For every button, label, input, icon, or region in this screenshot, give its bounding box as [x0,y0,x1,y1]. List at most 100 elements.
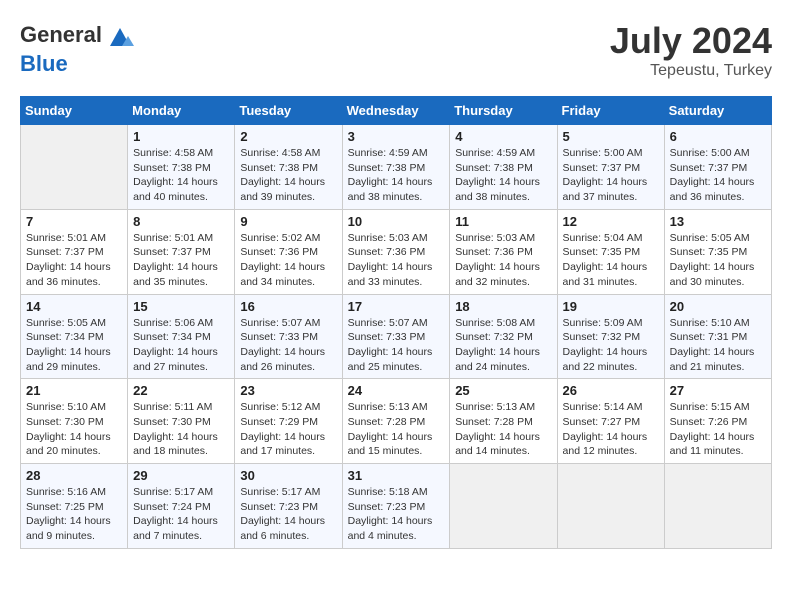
logo-blue-label: Blue [20,51,68,76]
logo-icon [104,20,136,52]
calendar-cell: 23 Sunrise: 5:12 AM Sunset: 7:29 PM Dayli… [235,379,342,464]
calendar-cell: 29 Sunrise: 5:17 AM Sunset: 7:24 PM Dayli… [128,464,235,549]
calendar-cell: 20Sunrise: 5:10 AM Sunset: 7:31 PM Dayli… [664,294,771,379]
day-number: 16 [240,299,336,314]
day-number: 6 [670,129,766,144]
day-info: Sunrise: 5:01 AM Sunset: 7:37 PM Dayligh… [26,231,122,290]
week-row-2: 7 Sunrise: 5:01 AM Sunset: 7:37 PM Daylig… [21,209,772,294]
header-sunday: Sunday [21,97,128,125]
day-info: Sunrise: 4:59 AM Sunset: 7:38 PM Dayligh… [455,146,551,205]
day-info: Sunrise: 5:13 AM Sunset: 7:28 PM Dayligh… [455,400,551,459]
day-info: Sunrise: 5:05 AM Sunset: 7:34 PM Dayligh… [26,316,122,375]
day-number: 3 [348,129,445,144]
day-number: 1 [133,129,229,144]
header-tuesday: Tuesday [235,97,342,125]
day-info: Sunrise: 5:10 AM Sunset: 7:30 PM Dayligh… [26,400,122,459]
day-number: 21 [26,383,122,398]
calendar-cell: 22Sunrise: 5:11 AM Sunset: 7:30 PM Dayli… [128,379,235,464]
header-friday: Friday [557,97,664,125]
calendar-cell: 5 Sunrise: 5:00 AM Sunset: 7:37 PM Daylig… [557,125,664,210]
logo-blue-text: Blue [20,52,136,76]
day-info: Sunrise: 5:03 AM Sunset: 7:36 PM Dayligh… [348,231,445,290]
calendar-cell: 13Sunrise: 5:05 AM Sunset: 7:35 PM Dayli… [664,209,771,294]
calendar-table: SundayMondayTuesdayWednesdayThursdayFrid… [20,96,772,549]
day-number: 24 [348,383,445,398]
day-number: 26 [563,383,659,398]
calendar-cell: 8 Sunrise: 5:01 AM Sunset: 7:37 PM Daylig… [128,209,235,294]
day-info: Sunrise: 5:15 AM Sunset: 7:26 PM Dayligh… [670,400,766,459]
calendar-cell [21,125,128,210]
day-info: Sunrise: 5:17 AM Sunset: 7:24 PM Dayligh… [133,485,229,544]
day-number: 2 [240,129,336,144]
header-monday: Monday [128,97,235,125]
day-info: Sunrise: 5:05 AM Sunset: 7:35 PM Dayligh… [670,231,766,290]
calendar-cell: 3 Sunrise: 4:59 AM Sunset: 7:38 PM Daylig… [342,125,450,210]
calendar-cell [450,464,557,549]
day-number: 20 [670,299,766,314]
logo: General Blue [20,20,136,76]
day-info: Sunrise: 5:12 AM Sunset: 7:29 PM Dayligh… [240,400,336,459]
day-number: 9 [240,214,336,229]
day-info: Sunrise: 4:59 AM Sunset: 7:38 PM Dayligh… [348,146,445,205]
day-info: Sunrise: 4:58 AM Sunset: 7:38 PM Dayligh… [240,146,336,205]
calendar-cell: 10 Sunrise: 5:03 AM Sunset: 7:36 PM Dayli… [342,209,450,294]
day-number: 7 [26,214,122,229]
day-number: 18 [455,299,551,314]
day-info: Sunrise: 5:01 AM Sunset: 7:37 PM Dayligh… [133,231,229,290]
day-info: Sunrise: 5:00 AM Sunset: 7:37 PM Dayligh… [670,146,766,205]
day-number: 31 [348,468,445,483]
calendar-cell: 9Sunrise: 5:02 AM Sunset: 7:36 PM Daylig… [235,209,342,294]
day-info: Sunrise: 5:14 AM Sunset: 7:27 PM Dayligh… [563,400,659,459]
calendar-cell: 19 Sunrise: 5:09 AM Sunset: 7:32 PM Dayli… [557,294,664,379]
week-row-1: 1 Sunrise: 4:58 AM Sunset: 7:38 PM Daylig… [21,125,772,210]
day-number: 19 [563,299,659,314]
day-number: 11 [455,214,551,229]
calendar-cell: 11 Sunrise: 5:03 AM Sunset: 7:36 PM Dayli… [450,209,557,294]
week-row-3: 14 Sunrise: 5:05 AM Sunset: 7:34 PM Dayli… [21,294,772,379]
day-number: 23 [240,383,336,398]
week-row-5: 28Sunrise: 5:16 AM Sunset: 7:25 PM Dayli… [21,464,772,549]
day-number: 14 [26,299,122,314]
calendar-cell: 18Sunrise: 5:08 AM Sunset: 7:32 PM Dayli… [450,294,557,379]
day-info: Sunrise: 5:04 AM Sunset: 7:35 PM Dayligh… [563,231,659,290]
day-number: 17 [348,299,445,314]
logo-text: General [20,20,136,52]
calendar-header-row: SundayMondayTuesdayWednesdayThursdayFrid… [21,97,772,125]
day-number: 4 [455,129,551,144]
day-number: 27 [670,383,766,398]
calendar-cell: 2 Sunrise: 4:58 AM Sunset: 7:38 PM Daylig… [235,125,342,210]
page-header: General Blue July 2024 Tepeustu, Turkey [20,20,772,80]
day-info: Sunrise: 5:06 AM Sunset: 7:34 PM Dayligh… [133,316,229,375]
calendar-cell: 31 Sunrise: 5:18 AM Sunset: 7:23 PM Dayli… [342,464,450,549]
day-number: 29 [133,468,229,483]
day-info: Sunrise: 4:58 AM Sunset: 7:38 PM Dayligh… [133,146,229,205]
calendar-cell: 12Sunrise: 5:04 AM Sunset: 7:35 PM Dayli… [557,209,664,294]
header-thursday: Thursday [450,97,557,125]
day-number: 22 [133,383,229,398]
day-number: 8 [133,214,229,229]
calendar-cell: 16 Sunrise: 5:07 AM Sunset: 7:33 PM Dayli… [235,294,342,379]
day-info: Sunrise: 5:03 AM Sunset: 7:36 PM Dayligh… [455,231,551,290]
day-info: Sunrise: 5:09 AM Sunset: 7:32 PM Dayligh… [563,316,659,375]
header-wednesday: Wednesday [342,97,450,125]
day-info: Sunrise: 5:00 AM Sunset: 7:37 PM Dayligh… [563,146,659,205]
title-block: July 2024 Tepeustu, Turkey [610,20,772,80]
calendar-cell: 25 Sunrise: 5:13 AM Sunset: 7:28 PM Dayli… [450,379,557,464]
day-info: Sunrise: 5:07 AM Sunset: 7:33 PM Dayligh… [348,316,445,375]
day-number: 5 [563,129,659,144]
calendar-cell: 7 Sunrise: 5:01 AM Sunset: 7:37 PM Daylig… [21,209,128,294]
day-info: Sunrise: 5:16 AM Sunset: 7:25 PM Dayligh… [26,485,122,544]
calendar-cell: 27 Sunrise: 5:15 AM Sunset: 7:26 PM Dayli… [664,379,771,464]
calendar-cell [664,464,771,549]
day-number: 10 [348,214,445,229]
day-info: Sunrise: 5:17 AM Sunset: 7:23 PM Dayligh… [240,485,336,544]
header-saturday: Saturday [664,97,771,125]
day-info: Sunrise: 5:07 AM Sunset: 7:33 PM Dayligh… [240,316,336,375]
day-info: Sunrise: 5:18 AM Sunset: 7:23 PM Dayligh… [348,485,445,544]
day-number: 25 [455,383,551,398]
title-location: Tepeustu, Turkey [610,62,772,80]
calendar-cell: 4 Sunrise: 4:59 AM Sunset: 7:38 PM Daylig… [450,125,557,210]
calendar-cell: 1 Sunrise: 4:58 AM Sunset: 7:38 PM Daylig… [128,125,235,210]
calendar-cell: 26 Sunrise: 5:14 AM Sunset: 7:27 PM Dayli… [557,379,664,464]
logo-general: General [20,22,102,47]
